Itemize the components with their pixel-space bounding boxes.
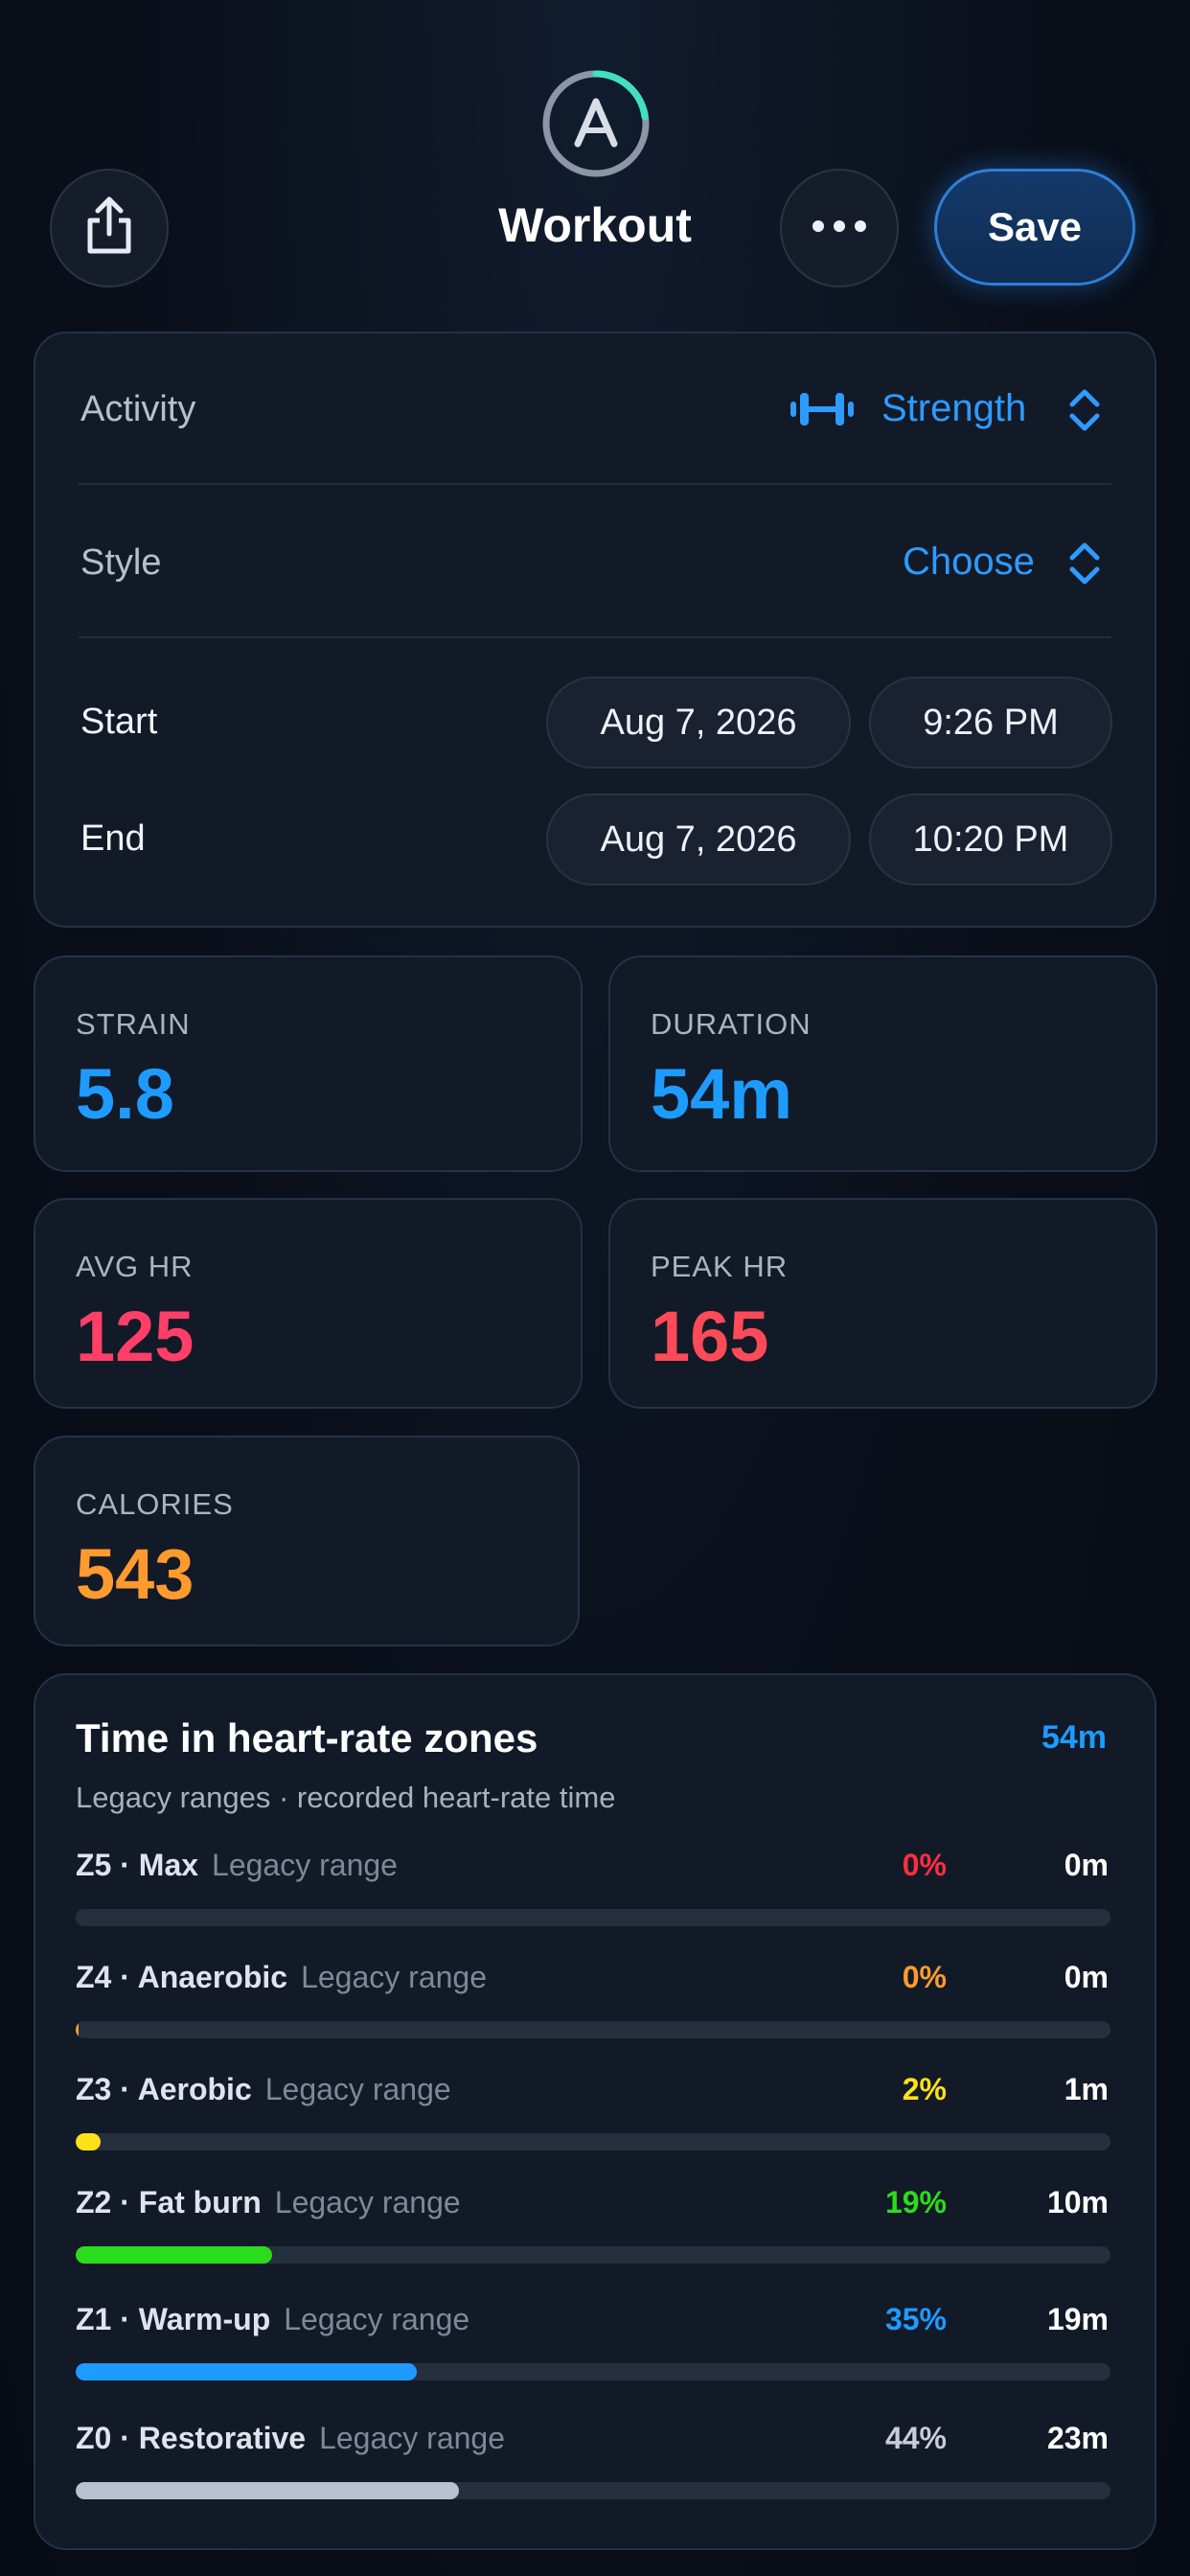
peak-hr-value: 165 xyxy=(651,1297,769,1376)
zone-percent: 2% xyxy=(902,2072,947,2106)
style-select[interactable]: Choose xyxy=(903,540,1035,584)
style-label: Style xyxy=(80,542,162,583)
share-button[interactable] xyxy=(50,169,169,288)
avg-hr-card: AVG HR 125 xyxy=(34,1198,583,1409)
end-time-button[interactable]: 10:20 PM xyxy=(869,794,1112,886)
zone-name: Z3 · Aerobic Legacy range xyxy=(76,2072,451,2107)
strain-label: STRAIN xyxy=(76,1007,191,1041)
end-label: End xyxy=(80,818,146,859)
zone-time: 0m xyxy=(1064,1848,1109,1882)
zones-subtitle: Legacy ranges · recorded heart-rate time xyxy=(76,1781,616,1814)
calories-value: 543 xyxy=(76,1534,195,1614)
zone-range-label: Legacy range xyxy=(264,2072,451,2106)
zone-label: Z5 · Max xyxy=(76,1848,199,1882)
zone-label: Z2 · Fat burn xyxy=(76,2185,262,2220)
app-logo-icon xyxy=(539,67,652,180)
zones-title: Time in heart-rate zones xyxy=(76,1715,538,1760)
save-button[interactable]: Save xyxy=(934,169,1135,286)
duration-card: DURATION 54m xyxy=(608,955,1157,1172)
peak-hr-card: PEAK HR 165 xyxy=(608,1198,1157,1409)
zone-progress-fill xyxy=(76,2246,273,2264)
zone-progress-fill xyxy=(76,2021,79,2038)
zone-range-label: Legacy range xyxy=(319,2421,505,2455)
divider xyxy=(79,483,1111,485)
zone-time: 10m xyxy=(1046,2185,1109,2220)
chevron-updown-icon[interactable] xyxy=(1066,539,1103,593)
duration-label: DURATION xyxy=(651,1007,812,1041)
peak-hr-label: PEAK HR xyxy=(651,1250,789,1283)
zone-time: 0m xyxy=(1064,1960,1109,1994)
start-date-button[interactable]: Aug 7, 2026 xyxy=(546,677,851,769)
zone-progress-track xyxy=(76,2246,1110,2264)
zone-label: Z4 · Anaerobic xyxy=(76,1960,288,1994)
share-icon xyxy=(82,196,136,262)
end-date-button[interactable]: Aug 7, 2026 xyxy=(546,794,851,886)
zone-percent: 19% xyxy=(884,2185,947,2220)
zone-progress-fill xyxy=(76,2482,459,2499)
start-time-button[interactable]: 9:26 PM xyxy=(869,677,1112,769)
calories-card: CALORIES 543 xyxy=(34,1436,580,1646)
strain-card: STRAIN 5.8 xyxy=(34,955,583,1172)
zone-name: Z2 · Fat burn Legacy range xyxy=(76,2185,461,2220)
avg-hr-label: AVG HR xyxy=(76,1250,194,1283)
calories-label: CALORIES xyxy=(76,1487,234,1521)
workout-details-card: Activity Strength Style Choose Start Aug… xyxy=(34,332,1156,928)
zone-time: 1m xyxy=(1064,2072,1109,2106)
zone-progress-fill xyxy=(76,2133,101,2150)
zone-percent: 35% xyxy=(884,2302,947,2336)
zone-range-label: Legacy range xyxy=(284,2302,470,2336)
zone-percent: 44% xyxy=(884,2421,947,2455)
page-title: Workout xyxy=(498,198,692,252)
zone-progress-track xyxy=(76,2482,1110,2499)
more-button[interactable] xyxy=(780,169,899,288)
dumbbell-icon xyxy=(789,387,856,436)
heart-rate-zones-card: Time in heart-rate zones 54m Legacy rang… xyxy=(34,1673,1156,2550)
chevron-updown-icon[interactable] xyxy=(1066,385,1103,440)
zone-label: Z1 · Warm-up xyxy=(76,2302,271,2336)
zone-progress-track xyxy=(76,1909,1110,1926)
more-icon xyxy=(811,219,868,238)
zone-time: 23m xyxy=(1046,2421,1109,2455)
activity-label: Activity xyxy=(80,389,196,429)
zone-percent: 0% xyxy=(902,1960,947,1994)
zone-range-label: Legacy range xyxy=(274,2185,461,2220)
activity-select[interactable]: Strength xyxy=(881,387,1026,430)
zones-total: 54m xyxy=(1041,1719,1107,1756)
zone-range-label: Legacy range xyxy=(301,1960,487,1994)
zone-range-label: Legacy range xyxy=(212,1848,398,1882)
zone-percent: 0% xyxy=(902,1848,947,1882)
zone-name: Z1 · Warm-up Legacy range xyxy=(76,2302,469,2337)
zone-label: Z0 · Restorative xyxy=(76,2421,307,2455)
zone-name: Z4 · Anaerobic Legacy range xyxy=(76,1960,487,1995)
zone-label: Z3 · Aerobic xyxy=(76,2072,252,2106)
zone-progress-track xyxy=(76,2021,1110,2038)
strain-value: 5.8 xyxy=(76,1054,174,1134)
duration-value: 54m xyxy=(651,1054,793,1134)
zone-name: Z0 · Restorative Legacy range xyxy=(76,2421,505,2456)
avg-hr-value: 125 xyxy=(76,1297,195,1376)
zone-progress-fill xyxy=(76,2363,418,2380)
start-label: Start xyxy=(80,702,158,742)
zone-progress-track xyxy=(76,2363,1110,2380)
zone-progress-track xyxy=(76,2133,1110,2150)
zone-name: Z5 · Max Legacy range xyxy=(76,1848,398,1883)
divider xyxy=(79,636,1111,638)
zone-time: 19m xyxy=(1046,2302,1109,2336)
